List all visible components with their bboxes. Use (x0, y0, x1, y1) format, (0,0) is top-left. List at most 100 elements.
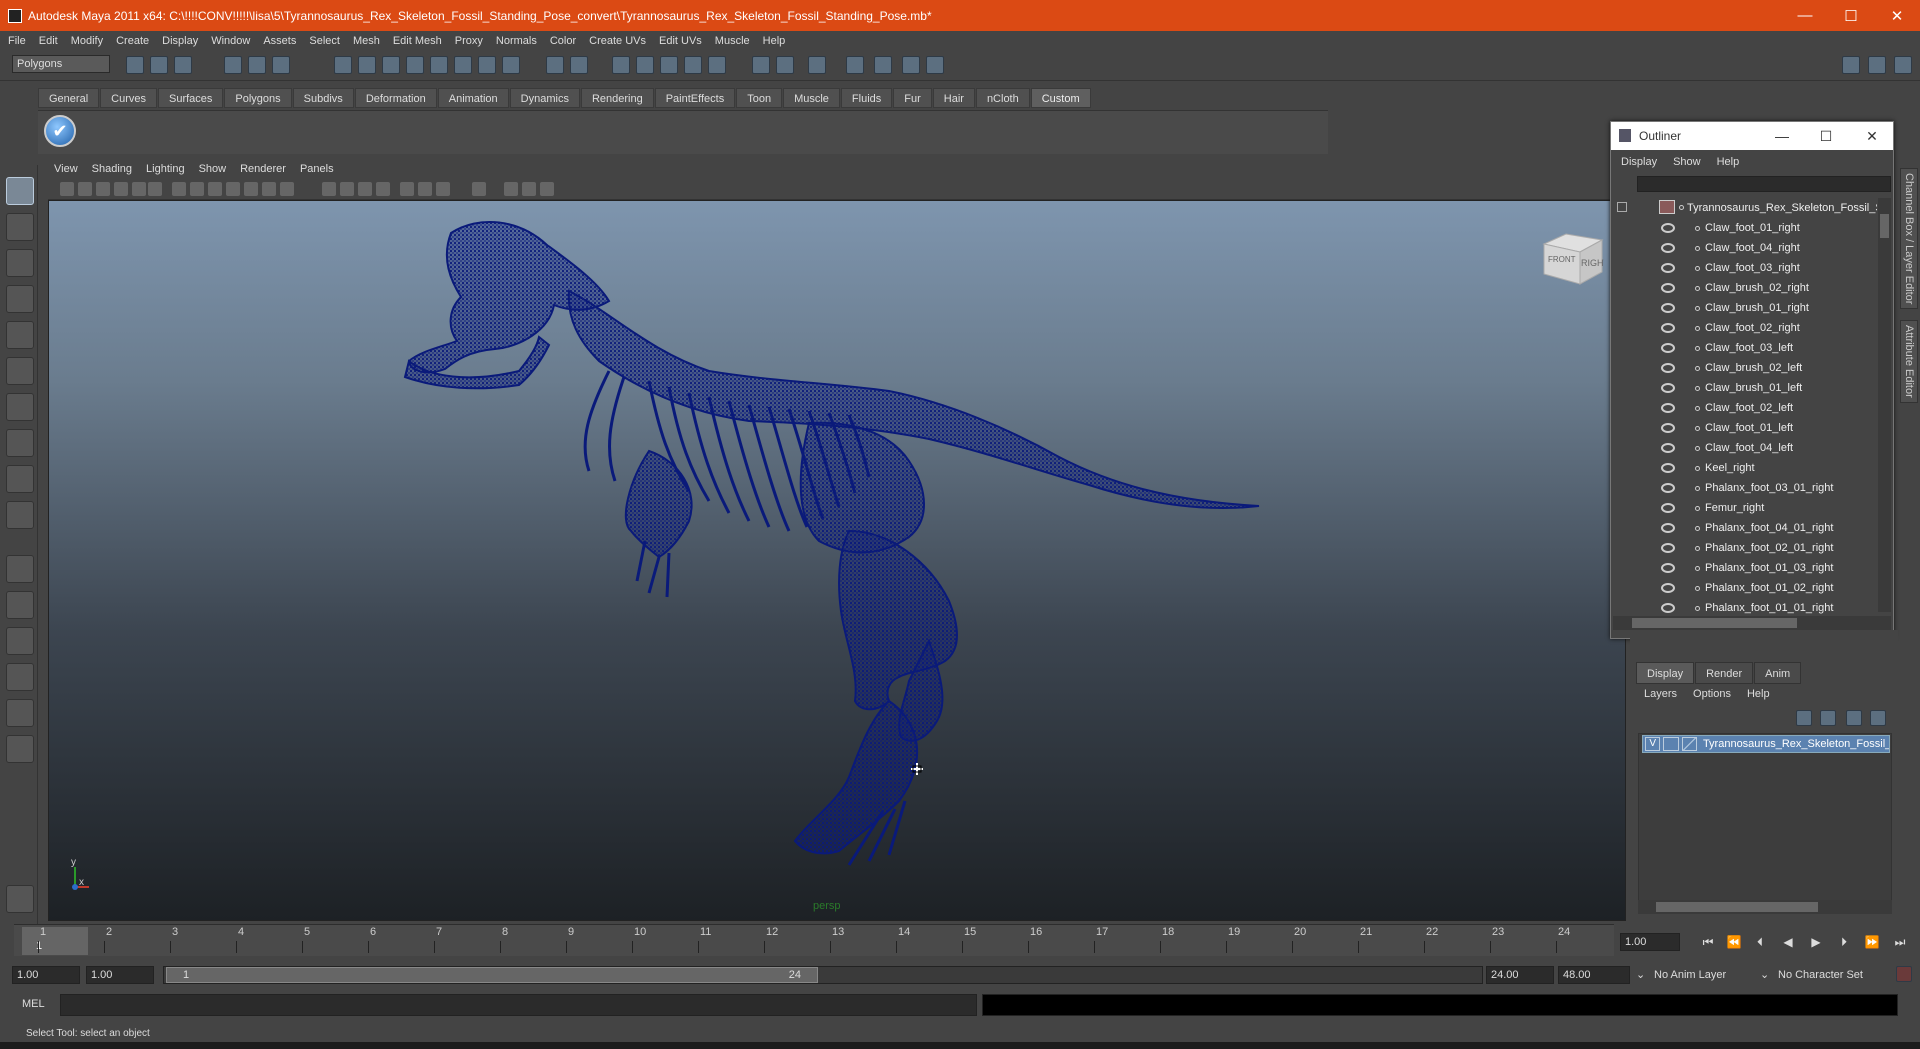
graph-icon[interactable] (874, 56, 892, 74)
menu-muscle[interactable]: Muscle (715, 35, 750, 47)
all-lights-icon[interactable] (418, 182, 432, 196)
list-item[interactable]: Claw_foot_04_right (1613, 238, 1877, 258)
list-item[interactable]: Keel_right (1613, 458, 1877, 478)
render-frame-icon[interactable] (636, 56, 654, 74)
persp-graph-layout-icon[interactable] (6, 663, 34, 691)
list-item[interactable]: Claw_brush_02_right (1613, 278, 1877, 298)
list-item[interactable]: Phalanx_foot_02_01_right (1613, 538, 1877, 558)
shelf-tab-toon[interactable]: Toon (736, 88, 783, 108)
menu-display[interactable]: Display (162, 35, 198, 47)
menu-create-uvs[interactable]: Create UVs (589, 35, 646, 47)
playback-end-field[interactable]: 24.00 (1486, 966, 1554, 984)
construction-history-icon[interactable] (478, 56, 496, 74)
checkmark-icon[interactable]: ✔ (44, 115, 76, 147)
outliner-horizontal-scroll-thumb[interactable] (1632, 618, 1797, 628)
menu-mesh[interactable]: Mesh (353, 35, 380, 47)
mode-selector[interactable]: Polygons (12, 55, 110, 73)
layer-down-icon[interactable] (1870, 710, 1886, 726)
outliner-vertical-scrollbar[interactable] (1878, 198, 1891, 612)
image-plane-icon[interactable] (114, 182, 128, 196)
select-lasso-icon[interactable] (570, 56, 588, 74)
shelf-tab-custom[interactable]: Custom (1030, 88, 1091, 108)
trex-skeleton-wireframe[interactable]: y x (49, 201, 1626, 921)
shelf-tab-rendering[interactable]: Rendering (580, 88, 654, 108)
layer-menu-options[interactable]: Options (1693, 688, 1731, 700)
menu-file[interactable]: File (8, 35, 26, 47)
menu-help[interactable]: Help (763, 35, 786, 47)
shelf-tab-fur[interactable]: Fur (893, 88, 932, 108)
select-tool-icon[interactable] (6, 177, 34, 205)
hypershade-icon[interactable] (708, 56, 726, 74)
outliner-toggle-icon[interactable] (902, 56, 920, 74)
shelf-tab-dynamics[interactable]: Dynamics (509, 88, 580, 108)
layer-row[interactable]: V Tyrannosaurus_Rex_Skeleton_Fossil_S (1642, 735, 1890, 753)
play-backwards-icon[interactable]: ◀ (1780, 934, 1796, 950)
outliner-maximize-button[interactable]: ☐ (1806, 122, 1846, 150)
perspective-viewport[interactable]: y x (48, 200, 1626, 921)
menu-edit[interactable]: Edit (39, 35, 58, 47)
shelf-tab-animation[interactable]: Animation (437, 88, 509, 108)
safe-action-icon[interactable] (262, 182, 276, 196)
list-item[interactable]: Claw_brush_02_left (1613, 358, 1877, 378)
outliner-menu-show[interactable]: Show (1673, 156, 1701, 168)
menu-select[interactable]: Select (309, 35, 340, 47)
layer-type-toggle[interactable] (1663, 737, 1679, 751)
animation-end-field[interactable]: 48.00 (1558, 966, 1630, 984)
script-icon[interactable] (926, 56, 944, 74)
persp-outliner-layout-icon[interactable] (6, 627, 34, 655)
panel-layout-icon[interactable] (808, 56, 826, 74)
viewport-menu-lighting[interactable]: Lighting (146, 163, 185, 175)
textured-icon[interactable] (376, 182, 390, 196)
outliner-search-input[interactable] (1637, 176, 1891, 192)
animation-start-field[interactable]: 1.00 (12, 966, 80, 984)
menu-normals[interactable]: Normals (496, 35, 537, 47)
close-button[interactable]: ✕ (1874, 0, 1920, 31)
anim-layer-selector[interactable]: No Anim Layer (1650, 966, 1746, 984)
render-view-icon[interactable] (612, 56, 630, 74)
shelf-tab-fluids[interactable]: Fluids (840, 88, 893, 108)
mel-label[interactable]: MEL (22, 998, 45, 1010)
layer-up-icon[interactable] (1846, 710, 1862, 726)
wireframe-icon[interactable] (322, 182, 336, 196)
outliner-close-button[interactable]: ✕ (1852, 122, 1892, 150)
outliner-menu-help[interactable]: Help (1717, 156, 1740, 168)
select-object-icon[interactable] (248, 56, 266, 74)
shelf-tab-muscle[interactable]: Muscle (783, 88, 840, 108)
viewport-menu-renderer[interactable]: Renderer (240, 163, 286, 175)
camera-icon[interactable] (846, 56, 864, 74)
film-gate-icon[interactable] (190, 182, 204, 196)
list-item[interactable]: Phalanx_foot_04_01_right (1613, 518, 1877, 538)
menu-edit-uvs[interactable]: Edit UVs (659, 35, 702, 47)
ipr-render-icon[interactable] (660, 56, 678, 74)
single-perspective-layout-icon[interactable] (6, 555, 34, 583)
tab-render[interactable]: Render (1695, 662, 1754, 684)
side-tab-attribute-editor[interactable]: Attribute Editor (1900, 320, 1918, 403)
go-to-end-icon[interactable]: ⏭ (1892, 934, 1908, 950)
viewport-menu-show[interactable]: Show (199, 163, 227, 175)
two-d-pan-icon[interactable] (132, 182, 146, 196)
viewcube[interactable]: FRONT RIGHT (1540, 226, 1604, 286)
new-scene-icon[interactable] (126, 56, 144, 74)
shadows-icon[interactable] (436, 182, 450, 196)
open-scene-icon[interactable] (150, 56, 168, 74)
shelf-tab-general[interactable]: General (38, 88, 100, 108)
go-to-start-icon[interactable]: ⏮ (1700, 934, 1716, 950)
maximize-button[interactable]: ☐ (1828, 0, 1874, 31)
shelf-tab-painteffects[interactable]: PaintEffects (654, 88, 736, 108)
input-line-icon[interactable] (752, 56, 770, 74)
menu-color[interactable]: Color (550, 35, 576, 47)
list-item[interactable]: Femur_right (1613, 498, 1877, 518)
step-back-frame-icon[interactable]: ⏴ (1752, 934, 1768, 950)
camera-attributes-icon[interactable] (78, 182, 92, 196)
render-settings-icon[interactable] (684, 56, 702, 74)
list-item[interactable]: Claw_foot_03_left (1613, 338, 1877, 358)
select-camera-icon[interactable] (60, 182, 74, 196)
move-tool-icon[interactable] (6, 285, 34, 313)
mel-command-input[interactable] (60, 994, 977, 1016)
step-back-key-icon[interactable]: ⏪ (1726, 934, 1742, 950)
transform-field-icon[interactable] (776, 56, 794, 74)
rotate-tool-icon[interactable] (6, 321, 34, 349)
tab-anim[interactable]: Anim (1754, 662, 1802, 684)
character-set-selector[interactable]: No Character Set (1774, 966, 1884, 984)
shelf-tab-ncloth[interactable]: nCloth (975, 88, 1030, 108)
